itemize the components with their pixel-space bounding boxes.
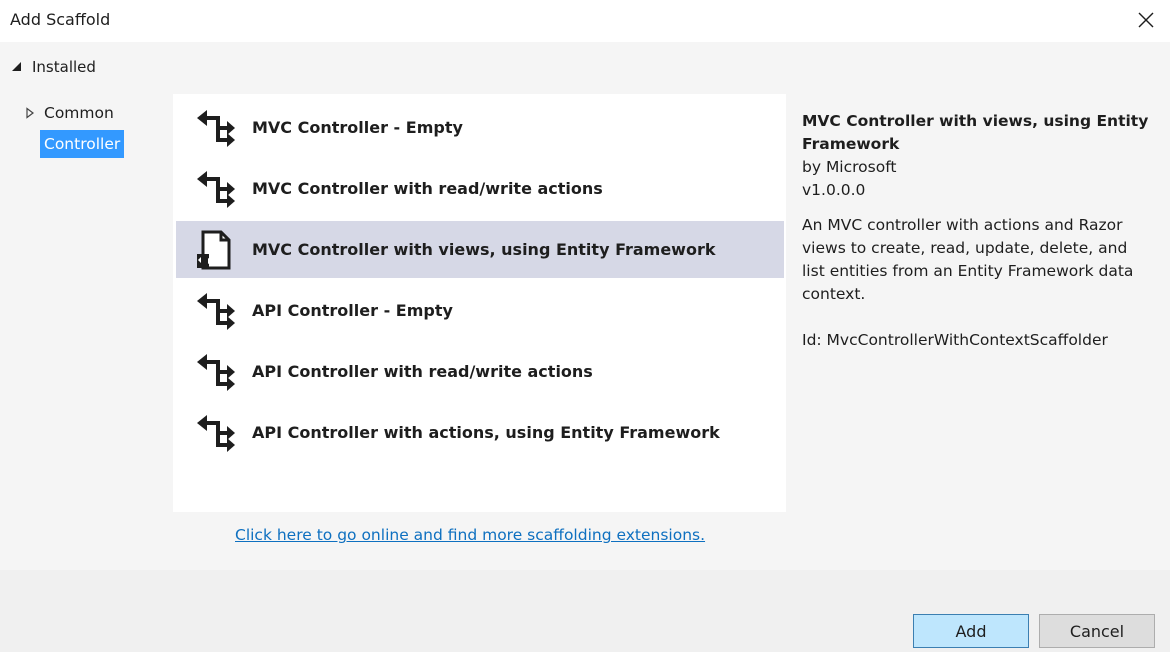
tree-item-controller[interactable]: Controller — [40, 130, 125, 158]
close-icon — [1138, 12, 1154, 28]
template-list: MVC Controller - Empty MVC Controller wi… — [173, 94, 786, 512]
details-pane: MVC Controller with views, using Entity … — [802, 110, 1152, 352]
template-item-api-empty[interactable]: API Controller - Empty — [176, 282, 784, 339]
details-description: An MVC controller with actions and Razor… — [802, 216, 1134, 303]
controller-icon — [190, 347, 240, 397]
tree-item-common[interactable]: Common — [24, 102, 114, 124]
controller-icon — [190, 103, 240, 153]
details-id: Id: MvcControllerWithContextScaffolder — [802, 331, 1108, 349]
dialog-footer: Add Cancel — [0, 570, 1170, 652]
template-label: API Controller with actions, using Entit… — [252, 423, 720, 442]
tree-item-label: Controller — [44, 135, 121, 153]
template-item-mvc-empty[interactable]: MVC Controller - Empty — [176, 99, 784, 156]
template-label: MVC Controller with views, using Entity … — [252, 240, 716, 259]
close-button[interactable] — [1130, 4, 1162, 36]
template-item-mvc-views-ef[interactable]: MVC Controller with views, using Entity … — [176, 221, 784, 278]
collapsed-arrow-icon[interactable] — [24, 107, 36, 119]
controller-icon — [190, 286, 240, 336]
dialog-title: Add Scaffold — [10, 10, 111, 29]
content-area: Installed Common Controller MVC Controll… — [0, 42, 1170, 570]
tree-item-installed[interactable]: Installed — [10, 56, 96, 78]
title-bar: Add Scaffold — [0, 0, 1170, 42]
details-title: MVC Controller with views, using Entity … — [802, 112, 1149, 153]
expanded-arrow-icon[interactable] — [10, 60, 24, 74]
details-author: by Microsoft — [802, 158, 897, 176]
controller-icon — [190, 408, 240, 458]
view-page-icon — [190, 225, 240, 275]
template-label: MVC Controller with read/write actions — [252, 179, 603, 198]
template-item-api-actions-ef[interactable]: API Controller with actions, using Entit… — [176, 404, 784, 461]
template-label: MVC Controller - Empty — [252, 118, 463, 137]
template-label: API Controller with read/write actions — [252, 362, 593, 381]
tree-item-label: Installed — [32, 58, 96, 76]
details-version: v1.0.0.0 — [802, 181, 866, 199]
template-label: API Controller - Empty — [252, 301, 453, 320]
add-button[interactable]: Add — [913, 614, 1029, 648]
controller-icon — [190, 164, 240, 214]
cancel-button[interactable]: Cancel — [1039, 614, 1155, 648]
template-item-mvc-read-write[interactable]: MVC Controller with read/write actions — [176, 160, 784, 217]
tree-item-label: Common — [44, 104, 114, 122]
template-item-api-read-write[interactable]: API Controller with read/write actions — [176, 343, 784, 400]
online-extensions-link[interactable]: Click here to go online and find more sc… — [235, 526, 705, 544]
add-scaffold-dialog: Add Scaffold Installed Common Controller — [0, 0, 1170, 652]
